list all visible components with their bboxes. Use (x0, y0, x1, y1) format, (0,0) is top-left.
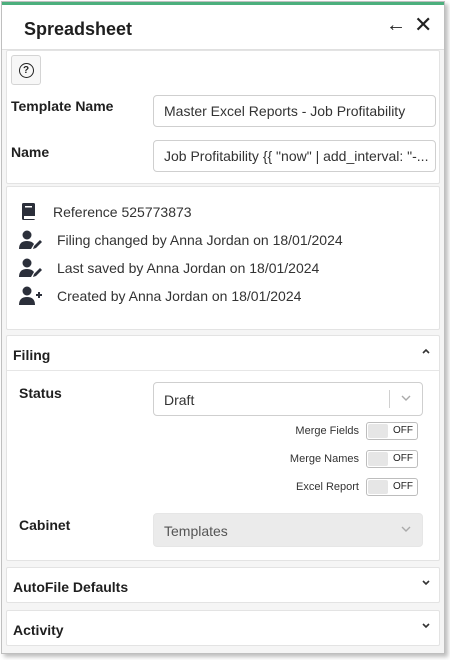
status-label: Status (19, 385, 62, 401)
toggle-state: OFF (393, 425, 413, 436)
created-text: Created by Anna Jordan on 18/01/2024 (57, 288, 302, 304)
excel-report-toggle[interactable]: OFF (366, 478, 418, 496)
name-label: Name (11, 144, 50, 160)
merge-fields-label: Merge Fields (295, 425, 359, 437)
panel-title: Spreadsheet (24, 19, 133, 39)
chevron-down-icon (400, 392, 412, 407)
reference-text: Reference 525773873 (53, 204, 192, 220)
cabinet-label: Cabinet (19, 517, 71, 533)
close-icon[interactable]: ✕ (414, 14, 432, 36)
help-button[interactable]: ? (11, 55, 41, 85)
filing-title: Filing (13, 347, 51, 363)
filing-changed-text: Filing changed by Anna Jordan on 18/01/2… (57, 232, 343, 248)
user-edit-icon (19, 230, 42, 249)
filing-changed-row: Filing changed by Anna Jordan on 18/01/2… (19, 230, 343, 250)
filing-section: Filing Status Draft Merge Fields OFF Mer… (6, 335, 440, 561)
last-saved-row: Last saved by Anna Jordan on 18/01/2024 (19, 258, 319, 278)
chevron-down-icon (400, 523, 412, 538)
created-row: Created by Anna Jordan on 18/01/2024 (19, 286, 301, 306)
reference-row: Reference 525773873 (19, 202, 192, 222)
template-name-field[interactable]: Master Excel Reports - Job Profitability (153, 95, 436, 127)
merge-names-toggle[interactable]: OFF (366, 450, 418, 468)
activity-title: Activity (13, 622, 64, 638)
back-arrow-icon[interactable]: ← (386, 15, 406, 35)
filing-header[interactable]: Filing (7, 336, 439, 371)
user-add-icon (19, 286, 42, 305)
cabinet-value: Templates (164, 523, 228, 539)
autofile-title: AutoFile Defaults (13, 579, 129, 595)
excel-report-label: Excel Report (296, 481, 359, 493)
spreadsheet-panel: Spreadsheet ← ✕ ? Template Name Master E… (1, 1, 445, 654)
autofile-section[interactable]: AutoFile Defaults (6, 567, 440, 603)
activity-section[interactable]: Activity (6, 610, 440, 646)
name-field[interactable]: Job Profitability {{ "now" | add_interva… (153, 140, 436, 172)
panel-header: Spreadsheet ← ✕ (2, 5, 444, 50)
details-panel: ? Template Name Master Excel Reports - J… (6, 50, 440, 184)
info-panel: Reference 525773873 Filing changed by An… (6, 186, 440, 330)
last-saved-text: Last saved by Anna Jordan on 18/01/2024 (57, 260, 320, 276)
user-edit-icon (19, 258, 42, 277)
merge-names-label: Merge Names (289, 453, 359, 465)
status-select[interactable]: Draft (153, 382, 423, 416)
chevron-up-icon (421, 345, 431, 359)
book-icon (22, 203, 35, 220)
toggle-state: OFF (393, 481, 413, 492)
template-name-label: Template Name (11, 98, 114, 114)
toggle-state: OFF (393, 453, 413, 464)
merge-fields-toggle[interactable]: OFF (366, 422, 418, 440)
status-value: Draft (164, 392, 195, 408)
cabinet-select[interactable]: Templates (153, 513, 423, 547)
chevron-down-icon (421, 577, 431, 591)
help-icon: ? (18, 62, 34, 78)
chevron-down-icon (421, 620, 431, 634)
